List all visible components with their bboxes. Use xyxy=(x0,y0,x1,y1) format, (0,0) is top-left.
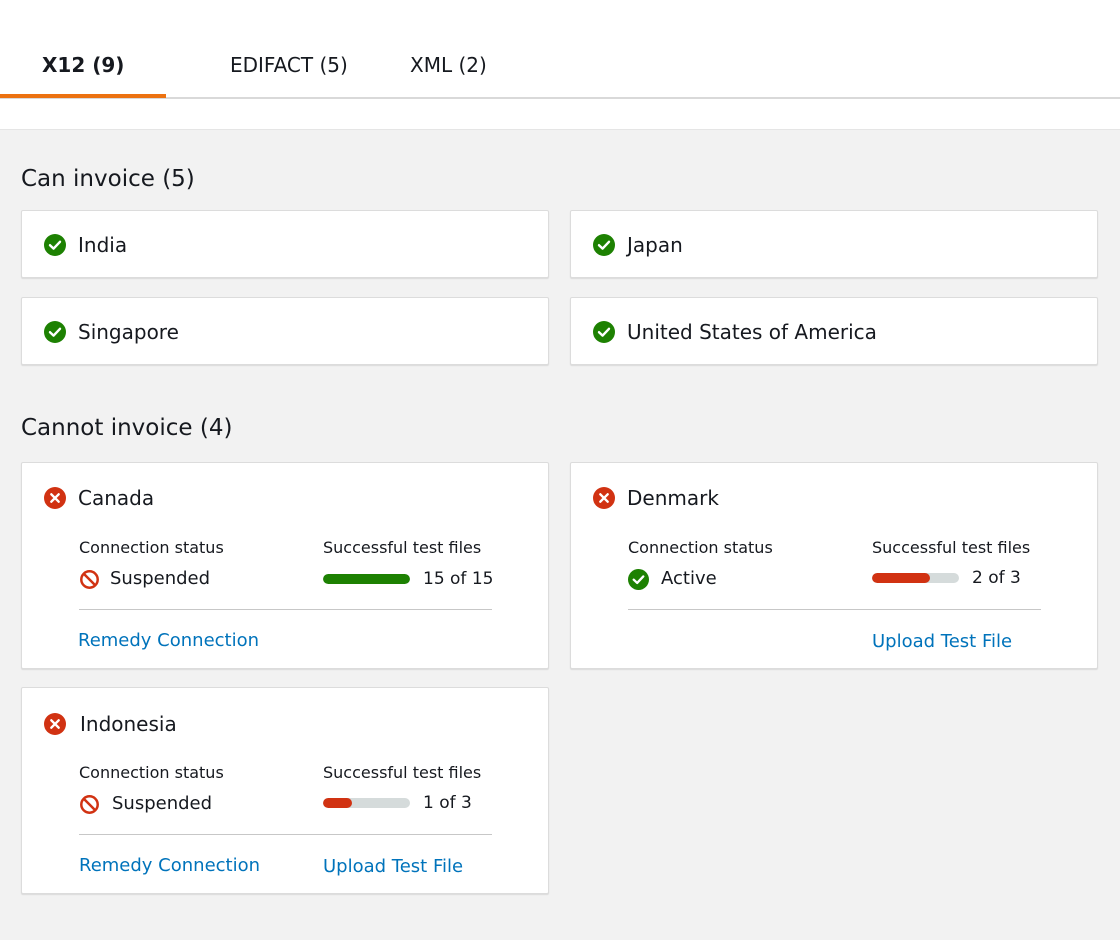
progress-track xyxy=(323,574,410,584)
tab-bar: X12 (9) EDIFACT (5) XML (2) xyxy=(0,0,1120,130)
tab-x12[interactable]: X12 (9) xyxy=(42,52,124,78)
country-card-denmark: Denmark Connection status Active Success… xyxy=(570,462,1098,669)
country-card-canada: Canada Connection status Suspended Succe… xyxy=(21,462,549,669)
connection-status: Active xyxy=(628,568,717,590)
connection-status: Suspended xyxy=(79,568,210,590)
x-circle-icon xyxy=(44,487,66,509)
country-card-indonesia: Indonesia Connection status Suspended Su… xyxy=(21,687,549,894)
country-card-usa: United States of America xyxy=(570,297,1098,365)
test-files-count: 2 of 3 xyxy=(972,568,1021,588)
card-header: Canada xyxy=(44,485,154,511)
card-header: Japan xyxy=(593,232,683,258)
country-name: Japan xyxy=(627,233,683,257)
connection-status-label: Connection status xyxy=(79,763,224,782)
card-header: Indonesia xyxy=(44,711,177,737)
card-header: Singapore xyxy=(44,319,179,345)
test-files-progress: 2 of 3 xyxy=(872,567,1021,589)
connection-status-value: Suspended xyxy=(110,568,211,589)
test-files-count: 1 of 3 xyxy=(423,793,472,813)
country-name: Indonesia xyxy=(80,712,177,736)
card-divider xyxy=(79,834,492,835)
card-header: United States of America xyxy=(593,319,877,345)
connection-status-label: Connection status xyxy=(628,538,773,557)
country-card-japan: Japan xyxy=(570,210,1098,278)
card-header: India xyxy=(44,232,127,258)
test-files-progress: 15 of 15 xyxy=(323,568,493,590)
ban-icon xyxy=(80,794,99,814)
tab-edifact[interactable]: EDIFACT (5) xyxy=(230,52,348,78)
upload-test-file-link[interactable]: Upload Test File xyxy=(323,855,463,879)
active-tab-indicator xyxy=(0,94,166,98)
cannot-invoice-heading: Cannot invoice (4) xyxy=(21,415,233,441)
country-name: United States of America xyxy=(627,320,877,344)
progress-track xyxy=(323,798,410,808)
country-card-singapore: Singapore xyxy=(21,297,549,365)
country-card-india: India xyxy=(21,210,549,278)
card-divider xyxy=(79,609,492,610)
connection-status-value: Active xyxy=(661,568,717,589)
connection-status-value: Suspended xyxy=(112,793,213,814)
connection-status-label: Connection status xyxy=(79,538,224,557)
country-name: Canada xyxy=(78,486,155,510)
upload-test-file-link[interactable]: Upload Test File xyxy=(872,630,1012,654)
x-circle-icon xyxy=(593,487,615,509)
check-circle-icon xyxy=(593,234,615,256)
remedy-connection-link[interactable]: Remedy Connection xyxy=(79,854,260,878)
progress-fill xyxy=(323,574,410,584)
test-files-progress: 1 of 3 xyxy=(323,792,472,814)
test-files-label: Successful test files xyxy=(323,538,482,557)
progress-track xyxy=(872,573,959,583)
country-name: Singapore xyxy=(78,320,179,344)
test-files-label: Successful test files xyxy=(323,763,482,782)
ban-icon xyxy=(80,569,99,589)
tab-divider xyxy=(0,97,1120,99)
tab-xml[interactable]: XML (2) xyxy=(410,52,487,78)
remedy-connection-link[interactable]: Remedy Connection xyxy=(78,629,259,653)
country-name: India xyxy=(78,233,128,257)
check-circle-icon xyxy=(593,321,615,343)
check-circle-icon xyxy=(44,234,66,256)
country-name: Denmark xyxy=(627,486,719,510)
x-circle-icon xyxy=(44,713,66,735)
check-circle-icon xyxy=(44,321,66,343)
connection-status: Suspended xyxy=(79,793,212,815)
card-divider xyxy=(628,609,1041,610)
test-files-label: Successful test files xyxy=(872,538,1031,557)
card-header: Denmark xyxy=(593,485,719,511)
check-circle-icon xyxy=(628,568,649,590)
test-files-count: 15 of 15 xyxy=(423,569,494,589)
progress-fill xyxy=(323,798,352,808)
progress-fill xyxy=(872,573,931,583)
can-invoice-heading: Can invoice (5) xyxy=(21,166,195,192)
